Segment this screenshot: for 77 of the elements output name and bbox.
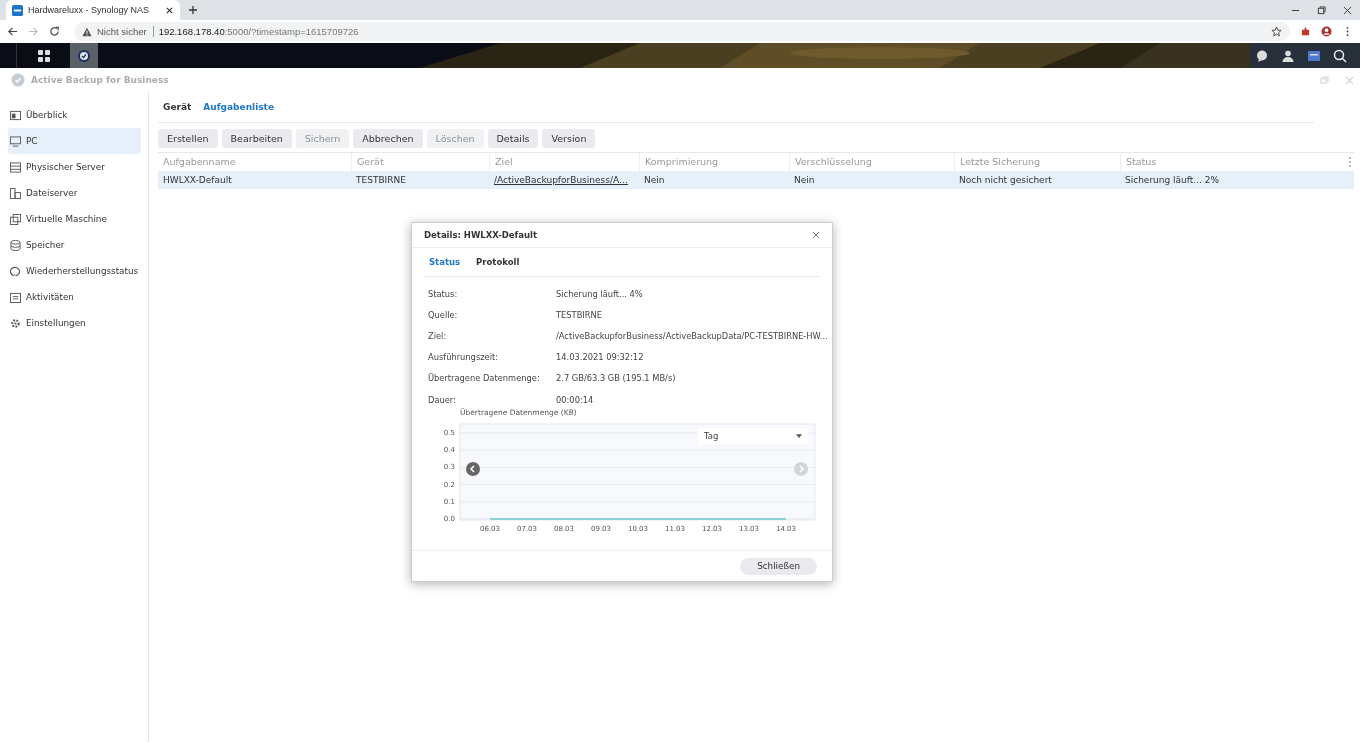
field-value: 14.03.2021 09:32:12 xyxy=(556,352,645,363)
close-button[interactable]: Schließen xyxy=(740,557,817,575)
puzzle-icon[interactable] xyxy=(1300,26,1311,37)
address-field[interactable]: Nicht sicher 192.168.178.40:5000/?timestamp=1615709726 xyxy=(74,22,1290,41)
stacked-windows-icon xyxy=(10,213,21,225)
url-text: 192.168.178.40:5000/?timestamp=1615709726 xyxy=(158,26,360,37)
site-icon xyxy=(12,4,23,16)
browser-tab[interactable]: Hardwareluxx - Synology NAS xyxy=(6,0,180,20)
app-taskbar-button[interactable] xyxy=(70,43,98,68)
warning-icon xyxy=(82,26,92,37)
chat-icon[interactable] xyxy=(1255,48,1269,63)
star-icon[interactable] xyxy=(1271,26,1282,37)
sidebar-item[interactable]: Dateiserver xyxy=(8,180,141,206)
table-cell-text: Sicherung läuft... 2% xyxy=(1124,175,1220,185)
field-label: Quelle: xyxy=(428,309,459,320)
field-value: TESTBIRNE xyxy=(556,309,603,320)
toolbar-button[interactable]: Details xyxy=(487,129,539,148)
close-icon[interactable] xyxy=(1343,5,1352,15)
field-label: Dauer: xyxy=(428,394,457,405)
sidebar-item[interactable]: Aktivitäten xyxy=(8,284,141,310)
new-tab-icon[interactable] xyxy=(188,5,198,15)
window-title: Active Backup for Business xyxy=(31,75,169,85)
back-icon[interactable] xyxy=(7,26,18,37)
table-cell-text: Noch nicht gesichert xyxy=(958,175,1052,185)
field-label: Ausführungszeit: xyxy=(428,352,500,363)
server-icon xyxy=(10,161,21,173)
toolbar-button[interactable]: Bearbeiten xyxy=(221,129,292,148)
field-label: Ziel: xyxy=(428,330,448,341)
file-server-icon xyxy=(10,187,21,199)
sidebar-item[interactable]: Speicher xyxy=(8,232,141,258)
sidebar-item[interactable]: Wiederherstellungsstatus xyxy=(8,258,141,284)
monitor-icon xyxy=(10,135,21,147)
close-icon[interactable] xyxy=(165,5,174,15)
restore-icon[interactable] xyxy=(1317,5,1326,15)
table-cell-text: Nein xyxy=(793,175,815,185)
field-label: Status: xyxy=(428,288,459,299)
field-value: Sicherung läuft... 4% xyxy=(556,288,644,299)
field-value: 00:00:14 xyxy=(556,394,595,405)
dashboard-icon xyxy=(10,109,21,121)
app-icon xyxy=(11,73,25,87)
toolbar-button[interactable]: Erstellen xyxy=(158,129,218,148)
tab-title: Hardwareluxx - Synology NAS xyxy=(28,5,151,15)
tab[interactable]: Protokoll xyxy=(471,257,525,267)
table-cell-text: HWLXX-Default xyxy=(162,175,232,185)
toolbar-button[interactable]: Abbrechen xyxy=(353,129,423,148)
user-icon[interactable] xyxy=(1281,48,1295,63)
table-cell-text: Nein xyxy=(643,175,665,185)
security-label: Nicht sicher xyxy=(97,26,154,37)
main-menu-icon[interactable] xyxy=(37,48,51,63)
sidebar-item[interactable]: Einstellungen xyxy=(8,310,141,336)
profile-icon[interactable] xyxy=(1321,26,1332,37)
previous-icon[interactable] xyxy=(466,462,480,477)
toolbar-button[interactable]: Version xyxy=(542,129,596,148)
search-icon[interactable] xyxy=(1333,48,1347,63)
sidebar-item[interactable]: Virtuelle Maschine xyxy=(8,206,141,232)
database-icon xyxy=(10,239,21,251)
list-icon xyxy=(10,291,21,303)
tab[interactable]: Status xyxy=(424,257,466,267)
sidebar-item[interactable]: PC xyxy=(8,128,141,154)
sidebar-item[interactable]: Überblick xyxy=(8,102,141,128)
dialog-title: Details: HWLXX-Default xyxy=(424,230,537,240)
check-badge-icon xyxy=(77,48,91,63)
reload-icon[interactable] xyxy=(49,26,60,37)
table-row[interactable]: HWLXX-Default TESTBIRNE /ActiveBackupforBusiness/A… Nein Nein Noch nicht gesichert Sicherung läuft... 2% xyxy=(158,171,1354,189)
table-cell-text: TESTBIRNE xyxy=(355,175,406,185)
path-link[interactable]: /ActiveBackupforBusiness/A… xyxy=(489,175,629,185)
restore-icon xyxy=(10,265,21,277)
field-label: Übertragene Datenmenge: xyxy=(428,373,541,384)
tab[interactable]: Gerät xyxy=(158,102,197,112)
field-value: 2.7 GB/63.3 GB (195.1 MB/s) xyxy=(556,373,677,384)
caret-icon xyxy=(796,434,802,439)
field-value: /ActiveBackupforBusiness/ActiveBackupData/PC-TESTBIRNE-HW... xyxy=(556,330,829,341)
sidebar-item[interactable]: Physischer Server xyxy=(8,154,141,180)
settings-icon xyxy=(10,317,21,329)
widget-icon[interactable] xyxy=(1307,48,1321,63)
tab[interactable]: Aufgabenliste xyxy=(198,102,279,112)
range-dropdown[interactable]: Tag xyxy=(698,428,808,445)
